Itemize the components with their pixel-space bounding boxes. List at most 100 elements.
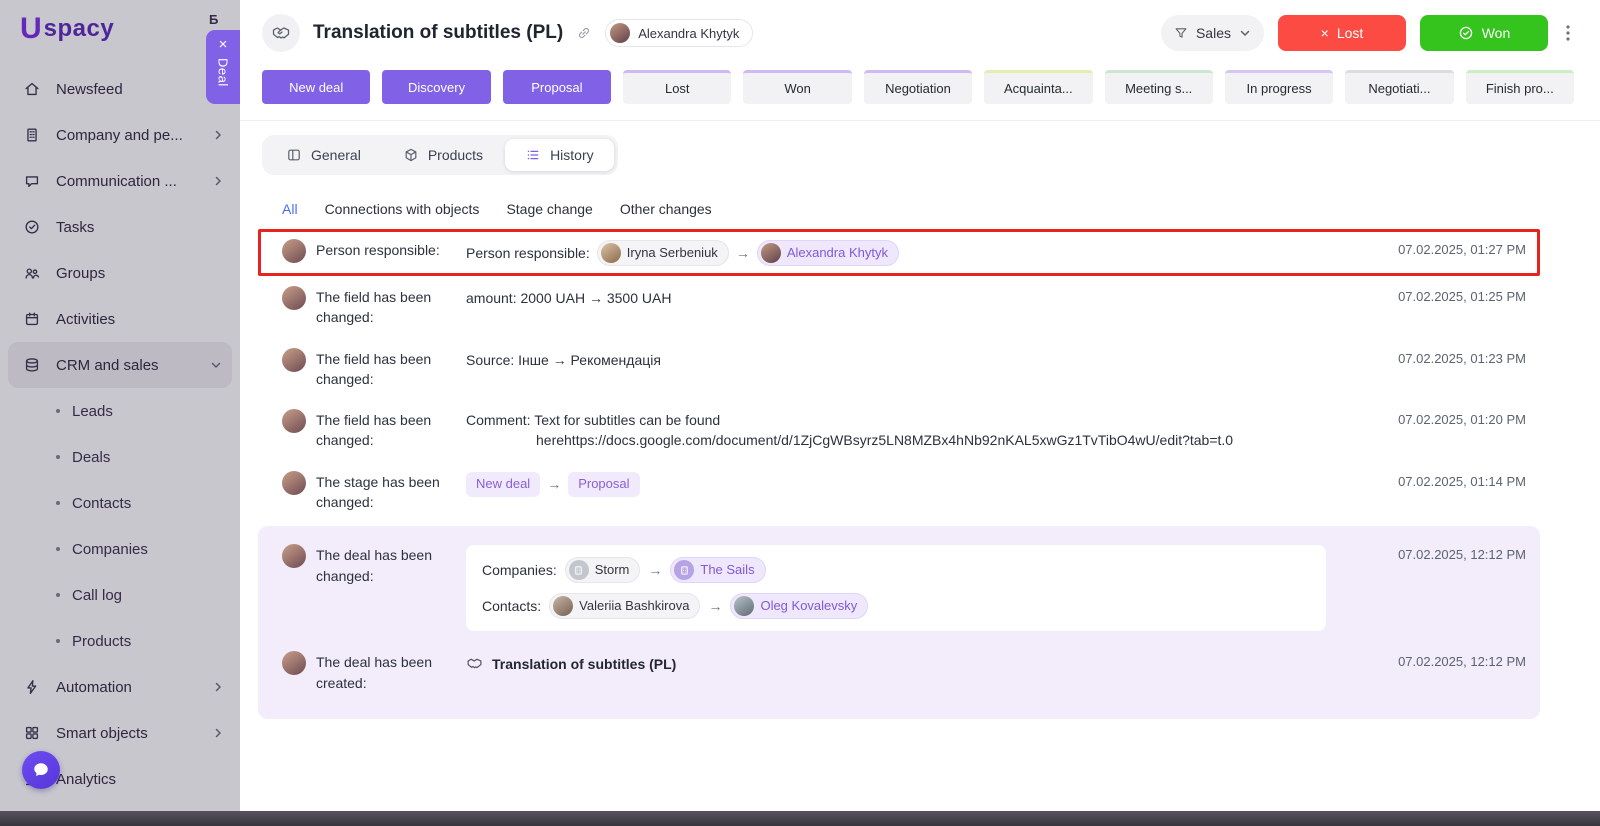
stage-finish[interactable]: Finish pro... [1465, 70, 1574, 104]
chat-bubble-button[interactable] [22, 751, 60, 789]
deal-tab-label: Deal [215, 58, 231, 87]
history-filters: All Connections with objects Stage chang… [258, 187, 1540, 229]
history-row-content: Comment: Text for subtitles can be found… [466, 409, 1346, 451]
person-name: Alexandra Khytyk [786, 244, 888, 260]
history-row-person-responsible: Person responsible: Person responsible: … [258, 229, 1540, 276]
avatar [282, 347, 306, 372]
stage-negotiation[interactable]: Negotiation [863, 70, 973, 104]
modal-overlay[interactable] [0, 0, 240, 826]
avatar [610, 23, 631, 43]
chat-icon [32, 761, 50, 779]
chevron-down-icon [1239, 27, 1251, 39]
stage-new-deal[interactable]: New deal [262, 70, 371, 104]
deal-created-title: Translation of subtitles (PL) [492, 655, 677, 672]
contacts-change-line: Contacts: Valeriia Bashkirova → Oleg Kov… [482, 593, 1310, 620]
history-date: 07.02.2025, 12:12 PM [1398, 654, 1526, 670]
person-name: Iryna Serbeniuk [626, 244, 718, 260]
general-icon [286, 147, 302, 163]
won-label: Won [1481, 25, 1511, 41]
stage-acquaintance[interactable]: Acquainta... [984, 70, 1093, 104]
arrow-icon: → [735, 244, 750, 261]
avatar [282, 651, 306, 676]
stage-lost[interactable]: Lost [623, 70, 732, 104]
history-date: 07.02.2025, 12:12 PM [1398, 547, 1526, 563]
lost-button[interactable]: × Lost [1278, 15, 1406, 51]
close-icon[interactable]: × [219, 37, 228, 52]
history-date: 07.02.2025, 01:25 PM [1398, 289, 1526, 304]
history-row-deal-changed: The deal has been changed: Companies: St… [258, 534, 1540, 641]
history-row-amount-changed: The field has been changed: amount: 2000… [258, 276, 1540, 338]
won-button[interactable]: Won [1420, 15, 1548, 51]
stage-chip-from[interactable]: New deal [466, 471, 541, 497]
funnel-select[interactable]: Sales [1160, 15, 1264, 51]
filter-stage-change[interactable]: Stage change [506, 201, 592, 217]
person-chip-from[interactable]: Iryna Serbeniuk [596, 240, 729, 266]
kebab-menu-icon[interactable] [1562, 25, 1574, 41]
history-row-stage-changed: The stage has been changed: New deal → P… [258, 461, 1540, 523]
contact-chip-to[interactable]: Oleg Kovalevsky [730, 593, 869, 620]
company-chip-from[interactable]: Storm [564, 557, 641, 584]
avatar [282, 286, 306, 310]
deal-created-entry[interactable]: Translation of subtitles (PL) [466, 654, 676, 674]
company-chip-to[interactable]: The Sails [670, 557, 766, 584]
pipeline: New deal Discovery Proposal Lost Won Neg… [240, 64, 1600, 121]
filter-connections-with-objects[interactable]: Connections with objects [325, 201, 480, 217]
history-row-label: The field has been changed: [316, 412, 432, 449]
history-row-label: The field has been changed: [316, 350, 432, 387]
person-chip-to[interactable]: Alexandra Khytyk [756, 240, 899, 266]
history-row-label: The field has been changed: [316, 289, 432, 326]
tab-products[interactable]: Products [383, 139, 503, 171]
history-date: 07.02.2025, 01:20 PM [1398, 412, 1526, 428]
companies-label: Companies: [482, 562, 557, 579]
stage-won[interactable]: Won [743, 70, 852, 104]
window-bottom-edge [0, 811, 1600, 826]
company-name: Storm [594, 561, 630, 577]
deal-panel-tab[interactable]: × Deal [206, 30, 240, 104]
building-icon [568, 560, 589, 581]
owner-chip[interactable]: Alexandra Khytyk [605, 19, 754, 47]
stage-in-progress[interactable]: In progress [1224, 70, 1334, 104]
deal-icon [466, 655, 483, 672]
funnel-icon [1174, 26, 1188, 40]
deal-icon [262, 14, 300, 52]
stage-discovery[interactable]: Discovery [382, 70, 491, 104]
history-row-comment-changed: The field has been changed: Comment: Tex… [258, 399, 1540, 461]
avatar [760, 243, 781, 263]
deal-change-card: Companies: Storm → The Sails Contacts: V… [466, 545, 1326, 632]
copy-link-icon[interactable] [576, 25, 592, 41]
stage-chip-to[interactable]: Proposal [568, 471, 640, 497]
tab-general[interactable]: General [266, 139, 381, 171]
avatar [282, 470, 306, 495]
page-title: Translation of subtitles (PL) [313, 22, 564, 43]
content-text-line1: Comment: Text for subtitles can be found [466, 412, 721, 429]
history-icon [525, 147, 541, 163]
owner-name: Alexandra Khytyk [638, 25, 740, 41]
contact-name: Valeriia Bashkirova [579, 597, 690, 613]
header-actions: Sales × Lost Won [1160, 15, 1574, 51]
history-row-source-changed: The field has been changed: Source: Інше… [258, 338, 1540, 400]
history-row-content: New deal → Proposal [466, 471, 1346, 497]
filter-all[interactable]: All [282, 201, 298, 217]
content-prefix: Person responsible: [466, 244, 590, 261]
stage-meeting[interactable]: Meeting s... [1104, 70, 1213, 104]
contact-chip-from[interactable]: Valeriia Bashkirova [549, 593, 701, 620]
history-row-deal-created: The deal has been created: Translation o… [258, 641, 1540, 703]
history-rows: Person responsible: Person responsible: … [258, 229, 1540, 719]
building-icon [674, 560, 695, 581]
products-icon [403, 147, 419, 163]
stage-negotiation-2[interactable]: Negotiati... [1345, 70, 1454, 104]
screen: U spacy Newsfeed Company and pe... Commu… [0, 0, 1600, 826]
filter-other-changes[interactable]: Other changes [620, 201, 712, 217]
stage-proposal[interactable]: Proposal [502, 70, 612, 104]
tab-history[interactable]: History [505, 139, 614, 171]
content-text: amount: 2000 UAH → 3500 UAH [466, 290, 672, 307]
history-row-content: Companies: Storm → The Sails Contacts: V… [466, 544, 1346, 632]
history-row-label: The stage has been changed: [316, 473, 440, 511]
funnel-label: Sales [1195, 25, 1231, 41]
history-date: 07.02.2025, 01:27 PM [1398, 242, 1526, 257]
lost-label: Lost [1336, 25, 1364, 41]
history-row-label: Person responsible: [316, 242, 440, 258]
deal-header: Translation of subtitles (PL) Alexandra … [240, 0, 1600, 64]
content-text-line2: herehttps://docs.google.com/document/d/1… [536, 432, 1234, 449]
company-name: The Sails [700, 561, 755, 577]
